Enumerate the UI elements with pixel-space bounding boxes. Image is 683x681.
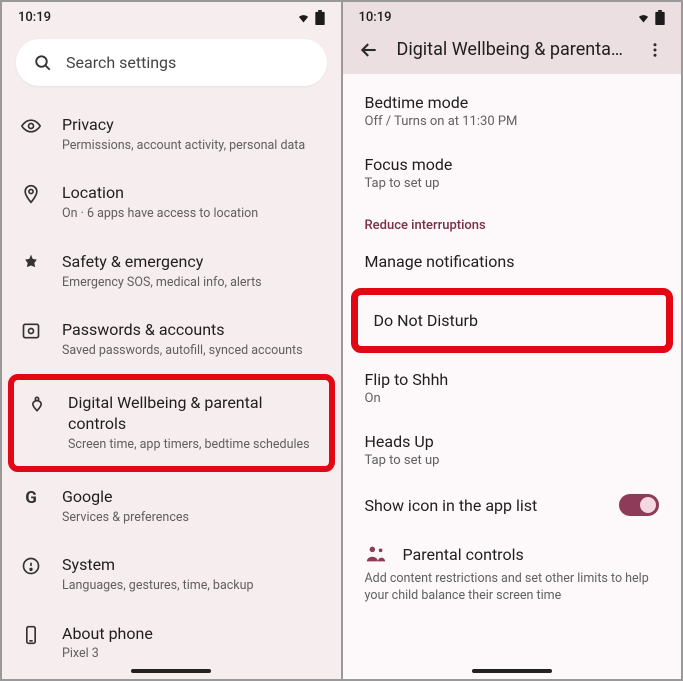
row-title: Manage notifications	[365, 252, 660, 271]
item-title: Google	[62, 486, 323, 508]
item-sub: Services & preferences	[62, 510, 323, 527]
status-icons	[296, 10, 325, 25]
search-icon	[34, 54, 52, 72]
wifi-icon	[296, 12, 311, 24]
search-placeholder: Search settings	[66, 53, 176, 72]
nav-handle[interactable]	[131, 669, 211, 673]
appbar-title: Digital Wellbeing & parental...	[397, 39, 628, 60]
settings-item-passwords[interactable]: Passwords & accounts Saved passwords, au…	[2, 305, 341, 373]
row-show-icon[interactable]: Show icon in the app list	[343, 481, 682, 529]
item-sub: Pixel 3	[62, 646, 323, 663]
row-sub: On	[365, 391, 660, 406]
row-sub: Tap to set up	[365, 176, 660, 191]
row-title: Do Not Disturb	[374, 311, 651, 330]
row-title: Heads Up	[365, 432, 660, 451]
settings-list: Privacy Permissions, account activity, p…	[2, 100, 341, 679]
wellbeing-content: Bedtime mode Off / Turns on at 11:30 PM …	[343, 74, 682, 679]
location-icon	[20, 184, 42, 204]
item-title: System	[62, 554, 323, 576]
status-time: 10:19	[359, 10, 392, 25]
row-bedtime[interactable]: Bedtime mode Off / Turns on at 11:30 PM	[343, 80, 682, 142]
row-title: Bedtime mode	[365, 93, 660, 112]
wifi-icon	[636, 12, 651, 24]
status-wrapper: 10:19 Digital Wellbeing & parental...	[343, 2, 682, 74]
row-title: Flip to Shhh	[365, 370, 660, 389]
item-title: Digital Wellbeing & parental controls	[68, 392, 317, 435]
google-icon: G	[20, 488, 42, 508]
item-sub: Saved passwords, autofill, synced accoun…	[62, 343, 323, 360]
wellbeing-screen: 10:19 Digital Wellbeing & parental... Be…	[343, 2, 682, 679]
wellbeing-icon	[26, 394, 48, 414]
search-settings[interactable]: Search settings	[16, 39, 327, 86]
back-button[interactable]	[357, 40, 381, 60]
settings-item-system[interactable]: System Languages, gestures, time, backup	[2, 540, 341, 608]
status-bar-left: 10:19	[2, 2, 341, 29]
settings-item-google[interactable]: G Google Services & preferences	[2, 472, 341, 540]
appbar: Digital Wellbeing & parental...	[343, 29, 682, 74]
parental-description: Add content restrictions and set other l…	[343, 567, 682, 619]
row-title: Show icon in the app list	[365, 496, 538, 515]
item-sub: Screen time, app timers, bedtime schedul…	[68, 437, 317, 454]
settings-screen: 10:19 Search settings Privacy Permission…	[2, 2, 341, 679]
key-icon	[20, 321, 42, 341]
row-sub: Tap to set up	[365, 453, 660, 468]
settings-item-location[interactable]: Location On · 6 apps have access to loca…	[2, 168, 341, 236]
item-sub: On · 6 apps have access to location	[62, 206, 323, 223]
show-icon-toggle[interactable]	[619, 494, 659, 516]
battery-icon	[315, 10, 325, 25]
status-icons	[636, 10, 665, 25]
section-reduce-interruptions: Reduce interruptions	[343, 204, 682, 239]
highlighted-wellbeing: Digital Wellbeing & parental controls Sc…	[8, 374, 335, 472]
row-flip-to-shhh[interactable]: Flip to Shhh On	[343, 357, 682, 419]
item-sub: Languages, gestures, time, backup	[62, 578, 323, 595]
safety-icon	[20, 253, 42, 273]
settings-item-about[interactable]: About phone Pixel 3	[2, 609, 341, 677]
item-sub: Emergency SOS, medical info, alerts	[62, 275, 323, 292]
battery-icon	[655, 10, 665, 25]
phone-icon	[20, 625, 42, 645]
row-manage-notifications[interactable]: Manage notifications	[343, 239, 682, 284]
row-do-not-disturb[interactable]: Do Not Disturb	[351, 288, 674, 353]
item-sub: Permissions, account activity, personal …	[62, 138, 323, 155]
system-icon	[20, 556, 42, 576]
settings-item-safety[interactable]: Safety & emergency Emergency SOS, medica…	[2, 237, 341, 305]
status-bar-right: 10:19	[343, 2, 682, 29]
status-time: 10:19	[18, 10, 51, 25]
parental-icon	[365, 543, 387, 565]
item-title: Safety & emergency	[62, 251, 323, 273]
row-parental-controls[interactable]: Parental controls	[343, 529, 682, 567]
item-title: Passwords & accounts	[62, 319, 323, 341]
item-title: Privacy	[62, 114, 323, 136]
item-title: About phone	[62, 623, 323, 645]
overflow-menu-icon[interactable]	[643, 41, 667, 59]
row-title: Focus mode	[365, 155, 660, 174]
privacy-icon	[20, 116, 42, 136]
settings-item-privacy[interactable]: Privacy Permissions, account activity, p…	[2, 100, 341, 168]
row-title: Parental controls	[403, 545, 524, 564]
row-focus[interactable]: Focus mode Tap to set up	[343, 142, 682, 204]
item-title: Location	[62, 182, 323, 204]
row-sub: Off / Turns on at 11:30 PM	[365, 114, 660, 129]
nav-handle[interactable]	[472, 669, 552, 673]
row-heads-up[interactable]: Heads Up Tap to set up	[343, 419, 682, 481]
settings-item-wellbeing[interactable]: Digital Wellbeing & parental controls Sc…	[26, 388, 317, 458]
